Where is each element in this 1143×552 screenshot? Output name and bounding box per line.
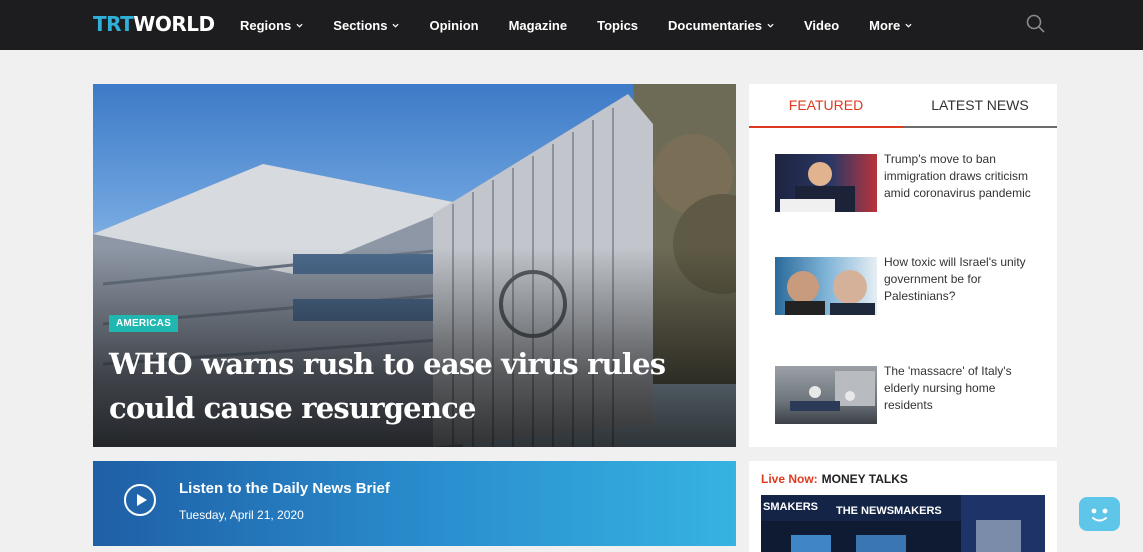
nav-item-topics[interactable]: Topics (597, 18, 638, 33)
nav-item-opinion[interactable]: Opinion (429, 18, 478, 33)
news-title: The 'massacre' of Italy's elderly nursin… (884, 364, 1012, 412)
news-thumbnail (775, 366, 877, 424)
nav-item-sections[interactable]: Sections (333, 18, 400, 33)
play-icon[interactable] (124, 484, 156, 516)
hero-article[interactable]: AMERICAS WHO warns rush to ease virus ru… (93, 84, 736, 447)
nav-item-more[interactable]: More (869, 18, 912, 33)
chevron-down-icon (905, 23, 912, 28)
live-now-panel: Live Now: MONEY TALKS SMAKERS THE NEWSMAK… (749, 461, 1057, 552)
news-item[interactable]: How toxic will Israel's unity government… (775, 255, 1045, 315)
live-now-label: Live Now: MONEY TALKS (761, 472, 908, 486)
hero-headline[interactable]: WHO warns rush to ease virus rules could… (109, 342, 709, 430)
chat-bot-icon (1091, 508, 1108, 522)
chevron-down-icon (767, 23, 774, 28)
brief-title: Listen to the Daily News Brief (179, 480, 390, 497)
panel-tabs: FEATURED LATEST NEWS (749, 84, 1057, 128)
nav-menu: Regions Sections Opinion Magazine Topics… (240, 0, 942, 50)
chat-widget-button[interactable] (1079, 497, 1120, 531)
trt-world-logo[interactable]: TRTWORLD (93, 12, 215, 36)
news-thumbnail (775, 154, 877, 212)
search-icon[interactable] (1025, 13, 1047, 35)
tab-featured[interactable]: FEATURED (749, 84, 903, 128)
nav-item-documentaries[interactable]: Documentaries (668, 18, 774, 33)
news-title: Trump's move to ban immigration draws cr… (884, 152, 1031, 200)
chevron-down-icon (392, 23, 400, 28)
daily-news-brief-banner[interactable]: Listen to the Daily News Brief Tuesday, … (93, 461, 736, 546)
news-thumbnail (775, 257, 877, 315)
category-tag[interactable]: AMERICAS (109, 315, 178, 332)
live-video-thumbnail[interactable]: SMAKERS THE NEWSMAKERS (761, 495, 1045, 552)
top-navigation-bar: TRTWORLD Regions Sections Opinion Magazi… (0, 0, 1143, 50)
news-item[interactable]: The 'massacre' of Italy's elderly nursin… (775, 364, 1045, 424)
news-item[interactable]: Trump's move to ban immigration draws cr… (775, 152, 1045, 212)
thumb-text: SMAKERS (763, 501, 819, 513)
brief-date: Tuesday, April 21, 2020 (179, 508, 304, 522)
thumb-text: THE NEWSMAKERS (836, 505, 942, 517)
chevron-down-icon (296, 23, 303, 28)
news-title: How toxic will Israel's unity government… (884, 255, 1026, 303)
nav-item-magazine[interactable]: Magazine (509, 18, 568, 33)
tab-latest-news[interactable]: LATEST NEWS (903, 84, 1057, 126)
featured-panel: FEATURED LATEST NEWS Trump's move to ban… (749, 84, 1057, 447)
live-show-name: MONEY TALKS (821, 472, 908, 486)
nav-item-regions[interactable]: Regions (240, 18, 303, 33)
nav-item-video[interactable]: Video (804, 18, 839, 33)
